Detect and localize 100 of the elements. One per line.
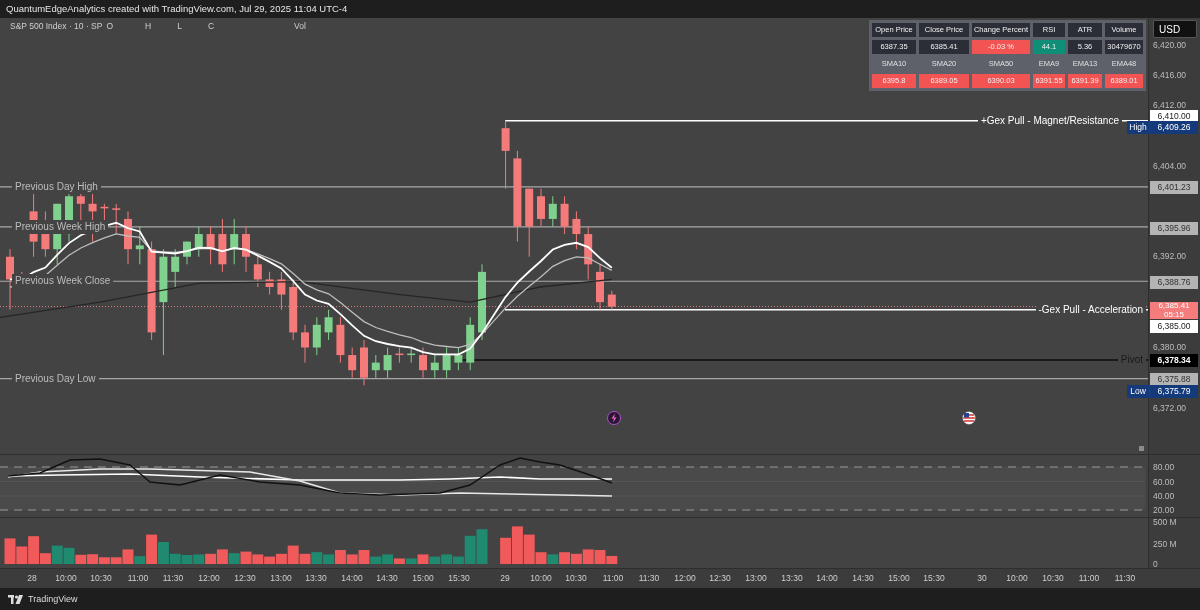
candle — [501, 120, 510, 190]
price-tick: 6,404.00 — [1153, 160, 1187, 172]
level-label: +Gex Pull - Magnet/Resistance — [977, 113, 1122, 128]
candle — [348, 347, 357, 379]
level-label: Previous Week Close — [12, 274, 114, 289]
time-tick: 14:00 — [340, 573, 364, 583]
logo-icon[interactable] — [8, 594, 24, 604]
candle — [395, 347, 404, 364]
candle — [360, 339, 368, 386]
oscillator-tick: 80.00 — [1153, 461, 1175, 473]
time-tick: 15:00 — [411, 573, 435, 583]
time-tick: 11:30 — [161, 573, 185, 583]
time-tick: 10:00 — [1005, 573, 1029, 583]
time-tick: 14:30 — [851, 573, 875, 583]
candle — [537, 188, 545, 227]
candle — [430, 354, 439, 379]
volume-bar — [570, 553, 582, 564]
time-tick: 12:30 — [708, 573, 732, 583]
price-tag: 6,401.23 — [1150, 180, 1198, 194]
time-tick: 13:30 — [780, 573, 804, 583]
time-tick: 10:00 — [529, 573, 553, 583]
volume-bar — [511, 526, 523, 564]
last-price: 6,385.41 — [1157, 302, 1191, 311]
volume-bar — [252, 554, 264, 564]
time-tick: 13:30 — [304, 573, 328, 583]
candle — [548, 195, 557, 227]
volume-bar — [346, 554, 358, 564]
ohlc-label: O — [106, 21, 114, 31]
time-tick: 29 — [499, 573, 511, 583]
candle — [230, 218, 239, 265]
time-tick: 13:00 — [744, 573, 768, 583]
time-tick: 15:00 — [887, 573, 911, 583]
currency-button[interactable]: USD — [1153, 20, 1197, 38]
candle — [171, 248, 180, 288]
volume-bar — [205, 553, 217, 564]
candle — [312, 316, 321, 356]
time-tick: 14:00 — [815, 573, 839, 583]
ohlc-label: L — [177, 21, 182, 31]
time-tick: 28 — [26, 573, 38, 583]
candle — [242, 226, 250, 273]
time-tick: 12:00 — [197, 573, 221, 583]
oscillator-tick: 40.00 — [1153, 490, 1175, 502]
time-tick: 11:30 — [1113, 573, 1137, 583]
volume-bar — [240, 551, 252, 564]
volume-bar — [476, 529, 488, 564]
time-tick: 12:00 — [673, 573, 697, 583]
candle — [301, 324, 309, 364]
candle — [218, 218, 227, 273]
volume-bar — [311, 552, 323, 564]
candle — [194, 226, 203, 258]
time-tick: 10:30 — [89, 573, 113, 583]
candle — [419, 347, 427, 379]
volume-tick: 0 — [1153, 558, 1158, 570]
volume-bar — [181, 555, 193, 564]
candle — [466, 316, 475, 371]
candle — [525, 188, 534, 258]
price-tag: 6,375.88 — [1150, 372, 1198, 386]
time-tick: 10:00 — [54, 573, 78, 583]
time-tick: 10:30 — [564, 573, 588, 583]
time-tick: 11:00 — [601, 573, 625, 583]
bar-countdown: 05:15 — [1163, 310, 1185, 319]
candle — [572, 210, 581, 250]
volume-bar — [547, 554, 559, 564]
lightning-icon[interactable] — [607, 411, 621, 425]
candle — [596, 263, 604, 311]
candle — [135, 226, 144, 265]
time-tick: 15:30 — [447, 573, 471, 583]
flag-icon[interactable] — [962, 411, 976, 425]
ohlc-label: Vol — [294, 21, 306, 31]
price-tag: 6,395.96 — [1150, 221, 1198, 235]
price-tick: 6,392.00 — [1153, 250, 1187, 262]
volume-bar — [334, 550, 346, 564]
level-label: Previous Day High — [12, 179, 101, 194]
time-tick: 15:30 — [922, 573, 946, 583]
candle — [277, 271, 286, 311]
volume-bar — [216, 549, 228, 564]
brand-name: TradingView — [28, 594, 78, 604]
volume-bar — [193, 554, 205, 564]
candle — [324, 309, 333, 341]
candle — [584, 226, 593, 280]
chart-credit: QuantumEdgeAnalytics created with TradingView.com, Jul 29, 2025 11:04 UTC-4 — [5, 2, 349, 16]
price-tick: 6,412.00 — [1153, 99, 1187, 111]
ohlc-label: H — [145, 21, 152, 31]
candle — [442, 347, 451, 379]
volume-tick: 500 M — [1153, 516, 1177, 528]
candle — [454, 347, 463, 371]
level-label: Previous Week High — [12, 219, 109, 234]
volume-bar — [559, 552, 571, 564]
price-tag: 6,388.76 — [1150, 275, 1198, 289]
time-tick: 11:00 — [1077, 573, 1101, 583]
volume-tick: 250 M — [1153, 538, 1177, 550]
pane-handle-icon[interactable] — [1139, 446, 1144, 451]
time-tick: 11:30 — [637, 573, 661, 583]
price-tag: 6,378.34 — [1150, 353, 1198, 367]
level-label: Previous Day Low — [12, 371, 99, 386]
price-tick: 6,380.00 — [1153, 341, 1187, 353]
time-tick: 11:00 — [126, 573, 150, 583]
candle — [607, 290, 616, 311]
candle — [407, 347, 416, 364]
volume-bar — [323, 554, 335, 564]
